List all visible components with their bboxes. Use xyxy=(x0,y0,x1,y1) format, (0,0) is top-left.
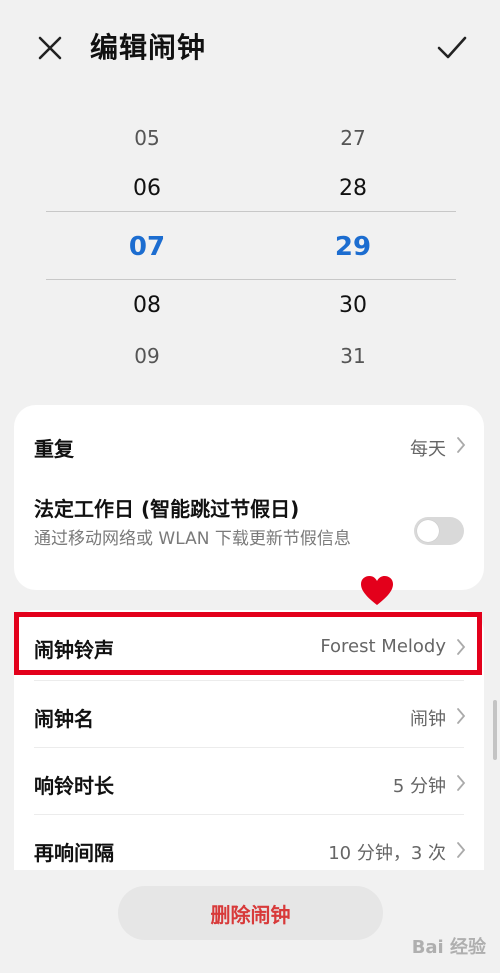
page-title: 编辑闹钟 xyxy=(90,31,207,64)
settings-card-repeat: 重复 每天 法定工作日 (智能跳过节假日) 通过移动网络或 WLAN 下载更新节… xyxy=(14,405,484,590)
alarm-name-value: 闹钟 xyxy=(410,709,446,730)
snooze-label: 再响间隔 xyxy=(34,841,114,865)
selection-divider-top xyxy=(46,211,456,212)
confirm-button[interactable] xyxy=(434,30,470,66)
alarm-name-label: 闹钟名 xyxy=(34,707,94,731)
repeat-label: 重复 xyxy=(34,437,74,461)
watermark: Bai 经验 xyxy=(411,937,486,958)
ring-duration-row[interactable]: 响铃时长 5 分钟 xyxy=(14,748,484,814)
check-icon xyxy=(437,36,467,59)
minute-option[interactable]: 30 xyxy=(293,293,413,318)
repeat-value: 每天 xyxy=(410,439,446,460)
selection-divider-bottom xyxy=(46,279,456,280)
chevron-right-icon xyxy=(457,842,466,858)
time-picker[interactable]: 05 06 07 08 09 27 28 29 30 31 xyxy=(0,110,500,390)
workday-toggle[interactable] xyxy=(414,517,464,545)
workday-description: 通过移动网络或 WLAN 下载更新节假信息 xyxy=(34,529,351,549)
minute-option[interactable]: 28 xyxy=(293,176,413,201)
minute-option[interactable]: 27 xyxy=(293,126,413,150)
selected-hour[interactable]: 07 xyxy=(87,232,207,262)
header-bar: 编辑闹钟 xyxy=(0,0,500,96)
alarm-name-row[interactable]: 闹钟名 闹钟 xyxy=(14,681,484,747)
ring-duration-label: 响铃时长 xyxy=(34,774,114,798)
hour-option[interactable]: 09 xyxy=(87,344,207,368)
repeat-row[interactable]: 重复 每天 xyxy=(14,405,484,485)
highlight-box xyxy=(14,612,482,675)
workday-label: 法定工作日 (智能跳过节假日) xyxy=(34,497,300,521)
minute-option[interactable]: 31 xyxy=(293,344,413,368)
selected-minute[interactable]: 29 xyxy=(293,232,413,262)
delete-alarm-button[interactable]: 删除闹钟 xyxy=(118,886,383,940)
close-button[interactable] xyxy=(32,30,68,66)
toggle-knob xyxy=(417,520,439,542)
close-icon xyxy=(38,36,62,60)
hour-option[interactable]: 08 xyxy=(87,293,207,318)
scrollbar[interactable] xyxy=(493,700,497,760)
snooze-value: 10 分钟，3 次 xyxy=(328,843,446,864)
hour-option[interactable]: 05 xyxy=(87,126,207,150)
hour-option[interactable]: 06 xyxy=(87,176,207,201)
ring-duration-value: 5 分钟 xyxy=(392,776,446,797)
chevron-right-icon xyxy=(457,437,466,453)
chevron-right-icon xyxy=(457,775,466,791)
heart-icon xyxy=(361,576,393,605)
chevron-right-icon xyxy=(457,708,466,724)
snooze-row[interactable]: 再响间隔 10 分钟，3 次 xyxy=(14,815,484,870)
